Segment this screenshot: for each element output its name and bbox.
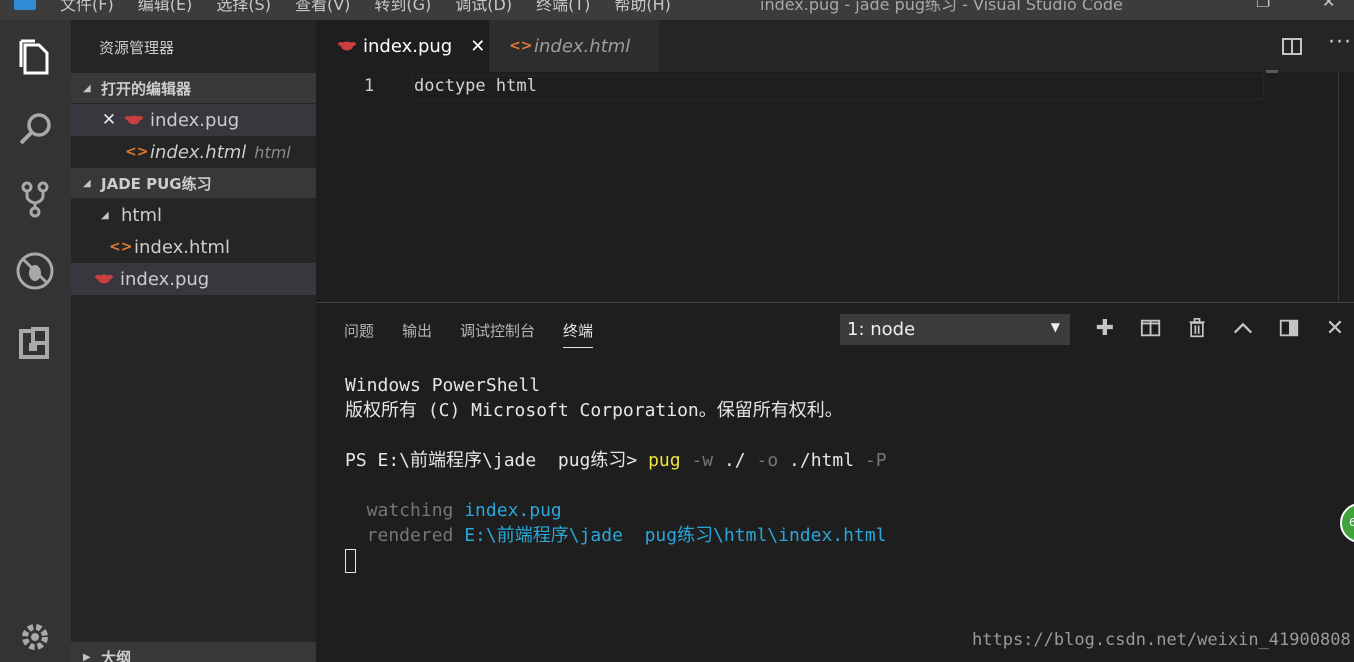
restore-window-icon[interactable]: ❐ (1256, 0, 1270, 11)
html-file-icon: <> (509, 38, 533, 54)
menu-file[interactable]: 文件(F) (60, 0, 114, 15)
file-name: index.html (134, 236, 230, 258)
vscode-logo-icon (14, 0, 36, 10)
pug-file-icon (125, 115, 143, 125)
extensions-icon[interactable] (14, 322, 56, 364)
expanded-folder-triangle-icon: ◢ (101, 209, 109, 221)
file-item-index-html[interactable]: <> index.html (71, 231, 316, 263)
title-bar: 文件(F) 编辑(E) 选择(S) 查看(V) 转到(G) 调试(D) 终端(T… (0, 0, 1354, 20)
terminal-line: 版权所有 (C) Microsoft Corporation。保留所有权利。 (345, 400, 843, 421)
code-line[interactable]: doctype html (414, 76, 537, 96)
terminal-arg: ./ (723, 450, 746, 471)
terminal-flag: -w (691, 450, 714, 471)
file-item-index-pug[interactable]: index.pug (71, 263, 316, 295)
close-panel-icon[interactable]: ✕ (1323, 317, 1347, 341)
open-editors-label: 打开的编辑器 (101, 79, 192, 98)
menu-help[interactable]: 帮助(H) (614, 0, 671, 15)
terminal-arg: ./html (789, 450, 855, 471)
terminal-output[interactable]: Windows PowerShell 版权所有 (C) Microsoft Co… (345, 373, 887, 573)
menu-edit[interactable]: 编辑(E) (138, 0, 193, 15)
file-name: index.pug (120, 268, 210, 290)
terminal-command: pug (648, 450, 681, 471)
terminal-cursor (345, 549, 356, 573)
open-editor-item-index-pug[interactable]: ✕ index.pug (71, 104, 316, 136)
line-number: 1 (364, 76, 375, 96)
html-file-icon: <> (125, 144, 149, 160)
editor-tab-bar: index.pug ✕ <> index.html ··· (316, 20, 1354, 72)
open-editor-filename: index.pug (150, 109, 240, 131)
source-control-icon[interactable] (14, 178, 56, 220)
code-editor[interactable]: 1 doctype html (316, 70, 1354, 302)
panel-tabs: 问题 输出 调试控制台 终端 (344, 320, 621, 348)
explorer-title: 资源管理器 (99, 39, 175, 57)
editor-actions: ··· (1254, 20, 1354, 72)
open-editor-folder-desc: html (254, 142, 291, 162)
editor-scrollbar[interactable] (1338, 72, 1339, 302)
terminal-path: E:\前端程序\jade pug练习\html\index.html (464, 525, 887, 546)
terminal-flag: -o (756, 450, 779, 471)
outline-label: 大纲 (101, 648, 132, 662)
menu-view[interactable]: 查看(V) (295, 0, 350, 15)
project-label: JADE PUG练习 (101, 174, 212, 193)
window-title: index.pug - jade pug练习 - Visual Studio C… (760, 0, 1123, 14)
explorer-sidebar: 资源管理器 ◢ 打开的编辑器 ✕ index.pug <> index.html… (71, 20, 316, 662)
terminal-line: Windows PowerShell (345, 375, 541, 396)
outline-section[interactable]: ▶ 大纲 (71, 642, 316, 662)
close-window-icon[interactable]: ✕ (1322, 0, 1336, 11)
terminal-select-value: 1: node (847, 319, 916, 340)
current-line-highlight (412, 75, 1264, 100)
close-tab-icon[interactable]: ✕ (470, 36, 485, 57)
collapse-triangle-icon: ◢ (83, 177, 91, 189)
menu-bar: 文件(F) 编辑(E) 选择(S) 查看(V) 转到(G) 调试(D) 终端(T… (60, 0, 695, 15)
more-actions-icon[interactable]: ··· (1328, 30, 1352, 55)
trash-icon[interactable] (1185, 317, 1209, 341)
folder-name: html (121, 204, 163, 226)
html-file-icon: <> (109, 239, 133, 255)
close-icon[interactable]: ✕ (101, 110, 117, 130)
terminal-path: index.pug (464, 500, 562, 521)
tab-label: index.pug (363, 35, 453, 57)
files-icon[interactable] (14, 36, 56, 78)
dropdown-arrow-icon: ▼ (1050, 320, 1060, 334)
tab-label: index.html (534, 35, 631, 57)
search-icon[interactable] (14, 108, 56, 150)
watermark: https://blog.csdn.net/weixin_41900808 (972, 630, 1351, 650)
bottom-panel: 问题 输出 调试控制台 终端 1: node ▼ ✚ ✕ Windows Pow… (316, 302, 1354, 662)
debug-icon[interactable] (14, 250, 56, 292)
split-terminal-icon[interactable] (1139, 317, 1163, 341)
menu-debug[interactable]: 调试(D) (455, 0, 512, 15)
open-editors-section[interactable]: ◢ 打开的编辑器 (71, 73, 316, 103)
terminal-label: watching (345, 500, 465, 521)
menu-terminal[interactable]: 终端(T) (536, 0, 590, 15)
expand-triangle-icon: ▶ (83, 651, 91, 662)
overview-ruler-mark (1266, 70, 1278, 73)
settings-gear-icon[interactable] (14, 616, 56, 658)
activity-bar (0, 20, 71, 662)
open-editor-item-index-html[interactable]: <> index.html html (71, 136, 316, 168)
pug-file-icon (338, 41, 356, 51)
terminal-prompt: PS E:\前端程序\jade pug练习> (345, 450, 649, 471)
terminal-flag: -P (864, 450, 887, 471)
tab-index-html[interactable]: <> index.html (489, 20, 659, 72)
menu-go[interactable]: 转到(G) (374, 0, 431, 15)
tab-terminal[interactable]: 终端 (563, 320, 594, 348)
terminal-label: rendered (345, 525, 465, 546)
toggle-panel-position-icon[interactable] (1277, 317, 1301, 341)
open-editor-filename: index.html (150, 141, 247, 163)
tab-debug-console[interactable]: 调试控制台 (460, 320, 535, 348)
terminal-select[interactable]: 1: node ▼ (840, 314, 1070, 345)
split-editor-icon[interactable] (1282, 38, 1302, 55)
maximize-panel-icon[interactable] (1231, 317, 1255, 341)
tab-output[interactable]: 输出 (402, 320, 432, 348)
menu-selection[interactable]: 选择(S) (216, 0, 271, 15)
new-terminal-icon[interactable]: ✚ (1093, 317, 1117, 341)
tab-index-pug[interactable]: index.pug ✕ (316, 20, 489, 72)
collapse-triangle-icon: ◢ (83, 82, 91, 94)
project-section[interactable]: ◢ JADE PUG练习 (71, 168, 316, 198)
pug-file-icon (95, 274, 113, 284)
folder-item-html[interactable]: ◢ html (71, 199, 316, 231)
tab-problems[interactable]: 问题 (344, 320, 374, 348)
